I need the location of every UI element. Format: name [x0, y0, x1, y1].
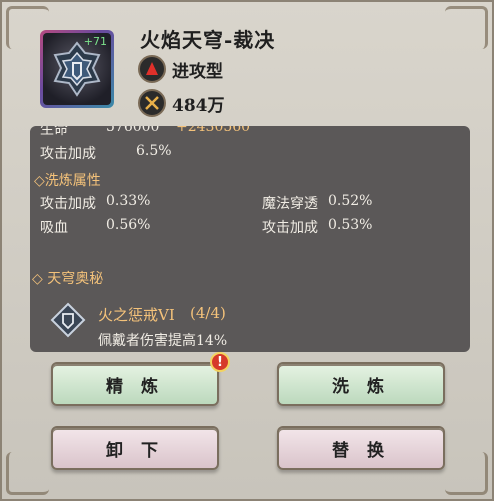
skill-shield-icon	[50, 302, 86, 338]
stat-label: 攻击加成	[40, 146, 96, 162]
corner-ornament	[445, 6, 488, 49]
item-type: 进攻型	[172, 61, 223, 82]
replace-button[interactable]: 替 换	[277, 426, 445, 470]
refine-value: 0.53%	[328, 217, 373, 233]
item-type-row: 进攻型	[138, 54, 223, 84]
wash-button[interactable]: 洗 炼	[277, 362, 445, 406]
skill-name: 火之惩戒VI	[98, 306, 175, 324]
attack-type-icon	[138, 55, 166, 83]
stats-scroll-area[interactable]: 生命 576000 +2430560 攻击加成 6.5% ◇洗炼属性 攻击加成 …	[30, 126, 470, 352]
skill-description: 佩戴者伤害提高14%	[98, 333, 228, 349]
refine-label: 攻击加成	[262, 220, 318, 236]
corner-ornament	[6, 452, 49, 495]
stat-bonus: +2430560	[176, 126, 251, 135]
corner-ornament	[445, 452, 488, 495]
refine-button[interactable]: 精 炼	[51, 362, 219, 406]
power-row: 484万	[138, 88, 225, 118]
item-name: 火焰天穹-裁决	[140, 28, 276, 52]
item-level: +71	[83, 35, 107, 48]
stat-value: 576000	[106, 126, 160, 135]
alert-badge: !	[210, 352, 230, 372]
refine-label: 攻击加成	[40, 196, 96, 212]
refine-section-title: ◇洗炼属性	[34, 173, 101, 189]
refine-value: 0.52%	[328, 193, 373, 209]
stat-value: 6.5%	[136, 143, 172, 159]
unequip-button[interactable]: 卸 下	[51, 426, 219, 470]
item-icon-frame[interactable]: +71	[40, 30, 114, 108]
secret-section-title: ◇ 天穹奥秘	[32, 271, 104, 287]
stat-label: 生命	[40, 126, 68, 138]
power-value: 484万	[172, 95, 225, 116]
refine-value: 0.56%	[106, 217, 151, 233]
refine-label: 魔法穿透	[262, 196, 318, 212]
skill-progress: (4/4)	[190, 304, 226, 322]
crossed-swords-icon	[138, 89, 166, 117]
equipment-panel: +71 火焰天穹-裁决 进攻型 484万 生命 576000 +2430560 …	[0, 0, 494, 501]
refine-value: 0.33%	[106, 193, 151, 209]
refine-label: 吸血	[40, 220, 68, 236]
